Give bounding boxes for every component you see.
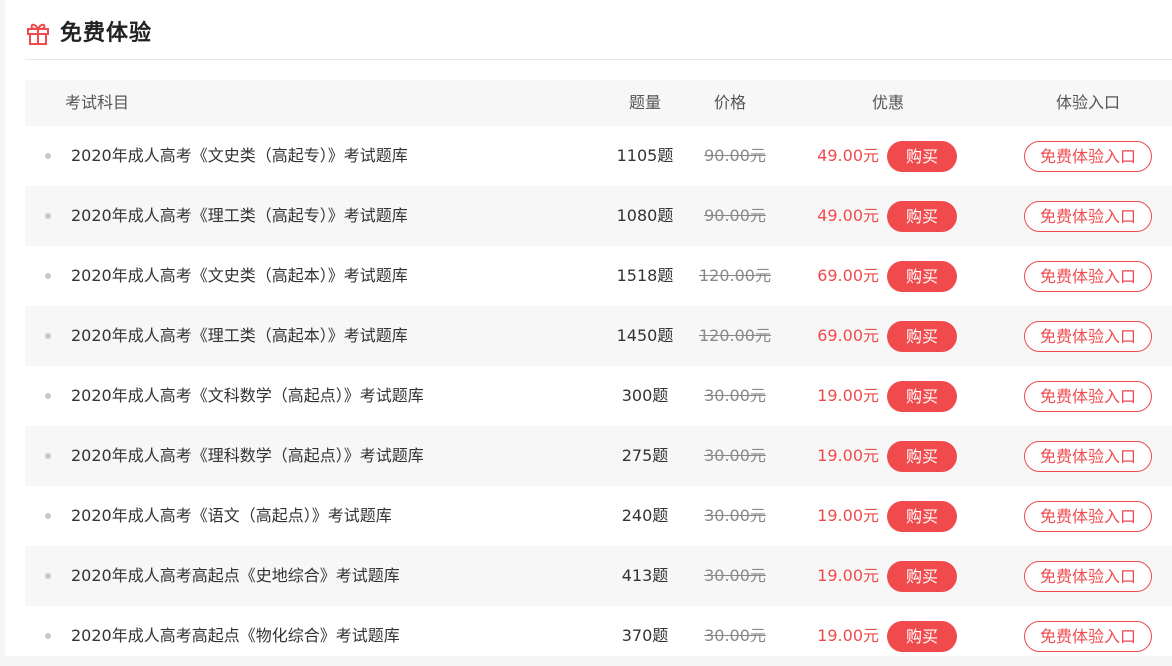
bullet-dot <box>45 333 51 339</box>
buy-button[interactable]: 购买 <box>887 561 957 592</box>
header-subject: 考试科目 <box>65 93 130 112</box>
row-subject: 2020年成人高考高起点《史地综合》考试题库 <box>71 566 400 585</box>
row-discount-price: 69.00元 <box>817 266 879 285</box>
row-original-price: 90.00元 <box>704 146 766 165</box>
row-count: 240题 <box>621 506 669 525</box>
free-trial-button[interactable]: 免费体验入口 <box>1024 381 1152 412</box>
gift-icon <box>27 23 49 45</box>
row-original-price: 30.00元 <box>704 506 766 525</box>
row-count: 1518题 <box>616 266 674 285</box>
header-price: 价格 <box>713 93 746 112</box>
free-trial-button[interactable]: 免费体验入口 <box>1024 441 1152 472</box>
free-trial-panel: 免费体验 考试科目 题量 价格 优惠 体验入口 2020年成人高考《文史类（高起… <box>5 0 1172 656</box>
table-row: 2020年成人高考《理工类（高起专）》考试题库 1080题 90.00元 49.00元… <box>25 186 1172 246</box>
row-original-price: 120.00元 <box>699 266 771 285</box>
buy-button[interactable]: 购买 <box>887 441 957 472</box>
row-discount-price: 19.00元 <box>817 626 879 645</box>
row-discount-price: 49.00元 <box>817 146 879 165</box>
row-count: 300题 <box>621 386 669 405</box>
row-discount-price: 19.00元 <box>817 446 879 465</box>
row-discount-price: 19.00元 <box>817 386 879 405</box>
row-original-price: 90.00元 <box>704 206 766 225</box>
row-subject: 2020年成人高考《文科数学（高起点）》考试题库 <box>71 386 424 405</box>
row-subject: 2020年成人高考《理工类（高起本）》考试题库 <box>71 326 408 345</box>
row-subject: 2020年成人高考《理工类（高起专）》考试题库 <box>71 206 408 225</box>
row-discount-price: 49.00元 <box>817 206 879 225</box>
free-trial-button[interactable]: 免费体验入口 <box>1024 561 1152 592</box>
buy-button[interactable]: 购买 <box>887 501 957 532</box>
header-entry: 体验入口 <box>1055 93 1120 112</box>
row-original-price: 30.00元 <box>704 566 766 585</box>
bullet-dot <box>45 633 51 639</box>
row-original-price: 30.00元 <box>704 626 766 645</box>
free-trial-button[interactable]: 免费体验入口 <box>1024 141 1152 172</box>
section-header: 免费体验 <box>25 0 1172 60</box>
free-trial-button[interactable]: 免费体验入口 <box>1024 621 1152 652</box>
table-row: 2020年成人高考《文史类（高起本）》考试题库 1518题 120.00元 69.00… <box>25 246 1172 306</box>
section-title: 免费体验 <box>60 21 153 46</box>
free-trial-button[interactable]: 免费体验入口 <box>1024 321 1152 352</box>
buy-button[interactable]: 购买 <box>887 621 957 652</box>
header-discount: 优惠 <box>871 93 904 112</box>
row-subject: 2020年成人高考《文史类（高起专）》考试题库 <box>71 146 408 165</box>
table-row: 2020年成人高考《理科数学（高起点）》考试题库 275题 30.00元 19.00元… <box>25 426 1172 486</box>
bullet-dot <box>45 513 51 519</box>
bullet-dot <box>45 393 51 399</box>
buy-button[interactable]: 购买 <box>887 141 957 172</box>
row-count: 370题 <box>621 626 669 645</box>
free-trial-button[interactable]: 免费体验入口 <box>1024 201 1152 232</box>
row-count: 413题 <box>621 566 669 585</box>
row-count: 1105题 <box>616 146 674 165</box>
row-discount-price: 19.00元 <box>817 566 879 585</box>
row-subject: 2020年成人高考《文史类（高起本）》考试题库 <box>71 266 408 285</box>
free-trial-button[interactable]: 免费体验入口 <box>1024 261 1152 292</box>
buy-button[interactable]: 购买 <box>887 201 957 232</box>
table-row: 2020年成人高考高起点《史地综合》考试题库 413题 30.00元 19.00元 购买… <box>25 546 1172 606</box>
table-body: 2020年成人高考《文史类（高起专）》考试题库 1105题 90.00元 49.00元… <box>25 126 1172 666</box>
row-discount-price: 69.00元 <box>817 326 879 345</box>
buy-button[interactable]: 购买 <box>887 321 957 352</box>
table-header: 考试科目 题量 价格 优惠 体验入口 <box>25 80 1172 126</box>
buy-button[interactable]: 购买 <box>887 381 957 412</box>
buy-button[interactable]: 购买 <box>887 261 957 292</box>
row-subject: 2020年成人高考《语文（高起点）》考试题库 <box>71 506 392 525</box>
table-row: 2020年成人高考高起点《物化综合》考试题库 370题 30.00元 19.00元 购买… <box>25 606 1172 666</box>
row-original-price: 30.00元 <box>704 386 766 405</box>
bullet-dot <box>45 453 51 459</box>
bullet-dot <box>45 153 51 159</box>
row-count: 1080题 <box>616 206 674 225</box>
row-subject: 2020年成人高考高起点《物化综合》考试题库 <box>71 626 400 645</box>
header-count: 题量 <box>628 93 661 112</box>
row-original-price: 120.00元 <box>699 326 771 345</box>
bullet-dot <box>45 273 51 279</box>
row-discount-price: 19.00元 <box>817 506 879 525</box>
table-row: 2020年成人高考《文史类（高起专）》考试题库 1105题 90.00元 49.00元… <box>25 126 1172 186</box>
bullet-dot <box>45 573 51 579</box>
row-original-price: 30.00元 <box>704 446 766 465</box>
row-count: 1450题 <box>616 326 674 345</box>
exam-bank-table: 考试科目 题量 价格 优惠 体验入口 2020年成人高考《文史类（高起专）》考试… <box>25 80 1172 666</box>
bullet-dot <box>45 213 51 219</box>
free-trial-button[interactable]: 免费体验入口 <box>1024 501 1152 532</box>
row-count: 275题 <box>621 446 669 465</box>
table-row: 2020年成人高考《理工类（高起本）》考试题库 1450题 120.00元 69.00… <box>25 306 1172 366</box>
table-row: 2020年成人高考《语文（高起点）》考试题库 240题 30.00元 19.00元 购买… <box>25 486 1172 546</box>
table-row: 2020年成人高考《文科数学（高起点）》考试题库 300题 30.00元 19.00元… <box>25 366 1172 426</box>
row-subject: 2020年成人高考《理科数学（高起点）》考试题库 <box>71 446 424 465</box>
